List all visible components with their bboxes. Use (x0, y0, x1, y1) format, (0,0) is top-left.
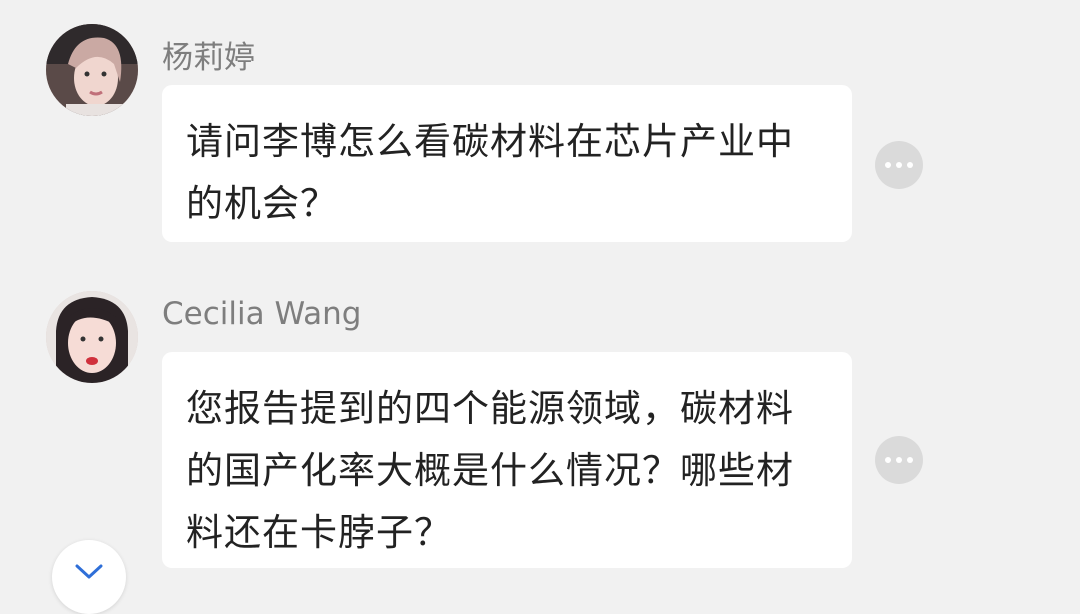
more-options-button[interactable] (875, 141, 923, 189)
more-dot (896, 457, 902, 463)
more-options-button[interactable] (875, 436, 923, 484)
more-dot (907, 457, 913, 463)
message-bubble[interactable]: 请问李博怎么看碳材料在芯片产业中的机会？ (162, 85, 852, 242)
message-text: 请问李博怎么看碳材料在芯片产业中的机会？ (186, 120, 794, 225)
more-dot (896, 162, 902, 168)
user-photo-avatar (46, 24, 138, 116)
message-bubble[interactable]: 您报告提到的四个能源领域，碳材料的国产化率大概是什么情况？哪些材料还在卡脖子？ (162, 352, 852, 568)
user-photo-avatar (46, 291, 138, 383)
more-dot (907, 162, 913, 168)
author-name: Cecilia Wang (162, 296, 362, 332)
chevron-down-icon (75, 564, 103, 579)
author-name: 杨莉婷 (162, 40, 255, 76)
scroll-down-button[interactable] (52, 540, 126, 614)
message-text: 您报告提到的四个能源领域，碳材料的国产化率大概是什么情况？哪些材料还在卡脖子？ (186, 387, 794, 554)
avatar[interactable] (46, 291, 138, 383)
avatar[interactable] (46, 24, 138, 116)
more-options-icon (885, 162, 891, 168)
more-options-icon (885, 457, 891, 463)
